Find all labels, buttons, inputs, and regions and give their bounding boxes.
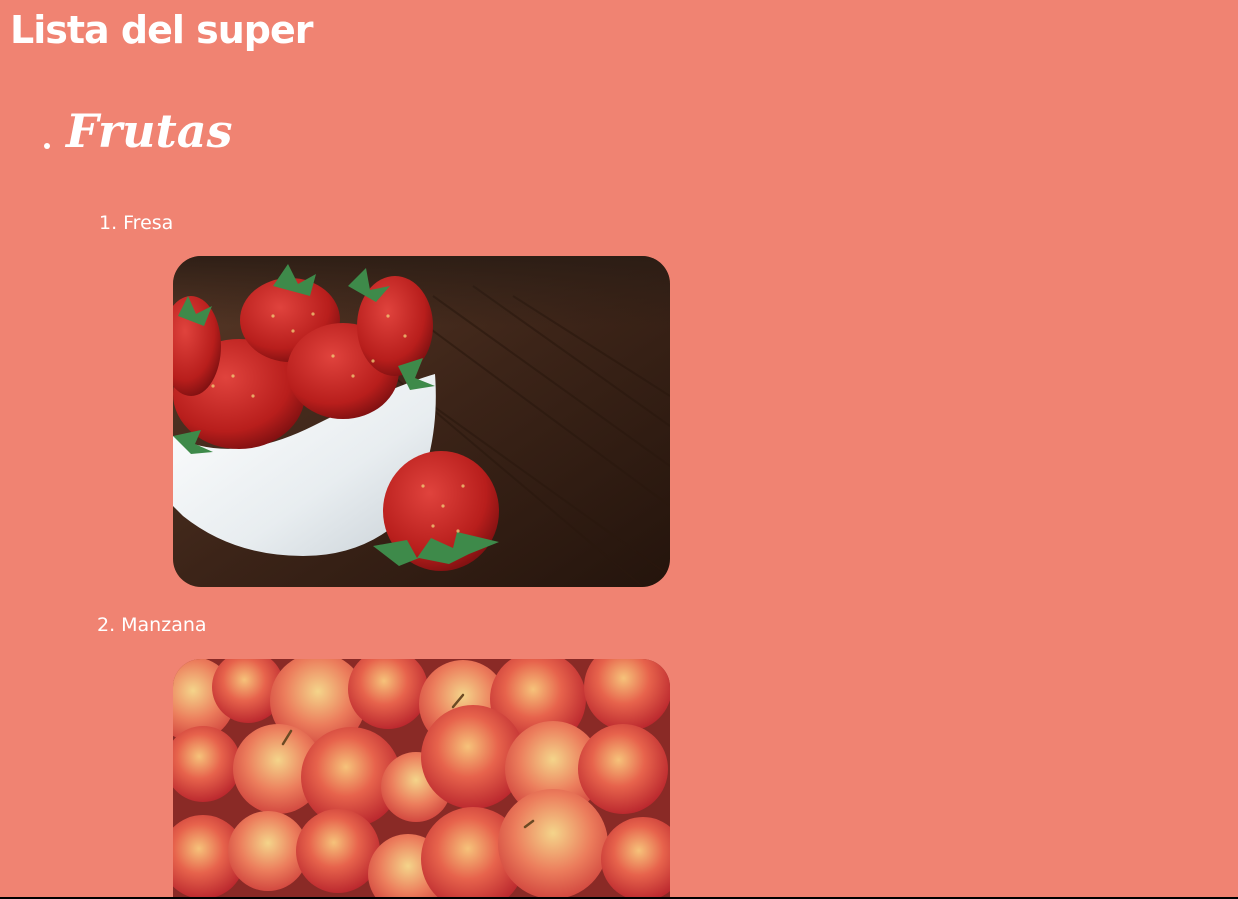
section-heading-frutas: Frutas xyxy=(66,104,233,158)
list-item-fresa: 1. Fresa xyxy=(99,212,173,235)
list-item-number: 1. xyxy=(99,212,118,234)
list-item-number: 2. xyxy=(97,614,116,636)
strawberry-photo xyxy=(173,256,670,587)
list-item-label: Fresa xyxy=(123,212,174,234)
list-item-manzana: 2. Manzana xyxy=(97,614,207,637)
section-bullet xyxy=(44,143,50,149)
page: Lista del super Frutas 1. Fresa 2. Manza… xyxy=(0,0,1238,899)
page-title: Lista del super xyxy=(10,8,314,52)
list-item-label: Manzana xyxy=(121,614,207,636)
apple-photo xyxy=(173,659,670,899)
